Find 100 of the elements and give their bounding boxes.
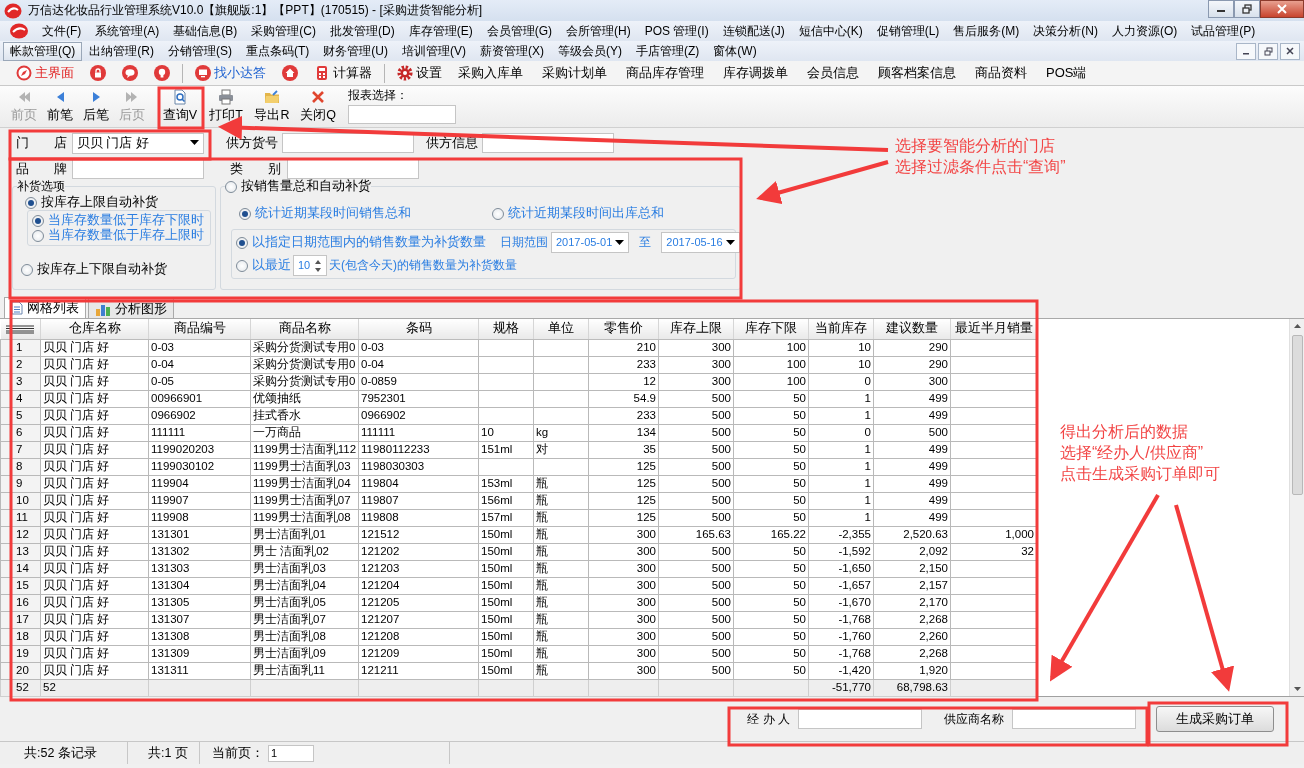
table-cell: 男士洁面乳01 (250, 526, 359, 543)
table-cell: 300 (588, 645, 659, 662)
toolbar-button[interactable]: 查询V (160, 86, 200, 123)
menu-item[interactable]: 决策分析(N) (1026, 21, 1106, 41)
menu-item[interactable]: 培训管理(V) (395, 41, 473, 61)
radio-button[interactable] (32, 229, 44, 242)
column-header[interactable]: 商品名称 (250, 319, 359, 339)
toolbar-button[interactable]: 计算器 (310, 65, 376, 81)
table-cell: 121203 (358, 560, 479, 577)
toolbar-button[interactable]: 顾客档案信息 (874, 65, 960, 81)
column-header[interactable]: 商品编号 (148, 319, 251, 339)
menu-item[interactable]: 批发管理(D) (323, 21, 402, 41)
menu-item[interactable]: 窗体(W) (706, 41, 764, 61)
date-select[interactable]: 2017-05-01 (551, 232, 630, 253)
menu-item[interactable]: 薪资管理(X) (473, 41, 551, 61)
status-text: 共:52 条记录 (24, 745, 97, 761)
scrollbar[interactable] (1289, 319, 1304, 696)
menu-item[interactable]: 人力资源(O) (1105, 21, 1185, 41)
menu-item[interactable]: 连锁配送(J) (715, 21, 792, 41)
menu-item[interactable]: 促销管理(L) (869, 21, 947, 41)
menu-item[interactable]: 会员管理(G) (479, 21, 559, 41)
menu-item[interactable]: 库存管理(E) (401, 21, 480, 41)
toolbar-button[interactable]: 前笔 (42, 86, 78, 123)
radio-button[interactable] (239, 207, 251, 220)
column-header[interactable]: 仓库名称 (40, 319, 149, 339)
close-button[interactable] (1260, 0, 1304, 18)
column-header[interactable]: 库存上限 (658, 319, 734, 339)
menu-item[interactable]: 短信中心(K) (791, 21, 870, 41)
menu-item[interactable]: 等级会员(Y) (551, 41, 629, 61)
toolbar-button[interactable]: 设置 (393, 65, 446, 81)
table-cell: 500 (658, 662, 734, 679)
table-cell: 50 (733, 458, 809, 475)
toolbar-button[interactable]: 会员信息 (803, 65, 863, 81)
column-header[interactable]: 单位 (533, 319, 589, 339)
supplier-code-field[interactable] (282, 133, 414, 153)
handler-field[interactable] (798, 709, 922, 729)
menu-item[interactable]: POS 管理(I) (637, 21, 716, 41)
option-label: 统计近期某段时间销售总和 (255, 206, 411, 221)
column-header[interactable]: 库存下限 (733, 319, 809, 339)
column-chooser-icon[interactable] (5, 323, 36, 334)
toolbar-button[interactable]: 库存调拨单 (719, 65, 792, 81)
page-field[interactable]: 1 (268, 744, 314, 762)
store-select[interactable]: 贝贝 门店 好 (72, 132, 204, 154)
column-header[interactable]: 建议数量 (873, 319, 951, 339)
radio-button[interactable] (236, 259, 248, 272)
menu-item[interactable]: 系统管理(A) (88, 21, 167, 41)
create-order-button[interactable]: 生成采购订单 (1156, 706, 1274, 732)
restore-button[interactable] (1258, 42, 1278, 60)
toolbar-button[interactable]: 商品资料 (971, 65, 1031, 81)
menu-item[interactable]: 售后服务(M) (946, 21, 1027, 41)
menu-item[interactable]: 基础信息(B) (166, 21, 245, 41)
toolbar-button[interactable]: 后笔 (78, 86, 114, 123)
radio-button[interactable] (492, 207, 504, 220)
menu-item[interactable]: 财务管理(U) (316, 41, 395, 61)
toolbar-button[interactable]: 主界面 (12, 65, 78, 81)
table-cell: 男士洁面乳09 (250, 645, 359, 662)
brand-field[interactable] (72, 159, 204, 179)
table-cell: 1199男士洁面乳08 (250, 509, 359, 526)
menu-item[interactable]: 会所管理(H) (559, 21, 638, 41)
column-header[interactable]: 规格 (478, 319, 534, 339)
menu-item[interactable]: 帐款管理(Q) (3, 41, 83, 61)
table-cell: 300 (588, 577, 659, 594)
date-select[interactable]: 2017-05-16 (661, 232, 740, 253)
radio-button[interactable] (25, 196, 37, 209)
radio-button[interactable] (236, 236, 248, 249)
toolbar-button[interactable]: 采购计划单 (538, 65, 611, 81)
table-cell: 2,092 (873, 543, 951, 560)
report-select-field[interactable] (348, 105, 456, 125)
toolbar-button[interactable]: POS端 (1042, 65, 1091, 81)
menu-item[interactable]: 采购管理(C) (244, 21, 323, 41)
menu-item[interactable]: 试品管理(P) (1184, 21, 1263, 41)
supplier-name-field[interactable] (1012, 709, 1136, 729)
table-cell: kg (533, 424, 589, 441)
category-field[interactable] (287, 159, 419, 179)
column-header[interactable]: 最近半月销量 (950, 319, 1037, 339)
table-cell: 111111 (358, 424, 479, 441)
menu-item[interactable]: 手店管理(Z) (629, 41, 707, 61)
close-button[interactable] (1280, 42, 1300, 60)
table-cell: 50 (733, 492, 809, 509)
column-header[interactable]: 条码 (358, 319, 479, 339)
table-cell: 1 (808, 407, 874, 424)
days-spinner[interactable]: 10 (293, 255, 327, 276)
radio-button[interactable] (225, 180, 237, 193)
restore-button[interactable] (1234, 0, 1260, 18)
table-cell: 0-04 (358, 356, 479, 373)
menu-item[interactable]: 分销管理(S) (161, 41, 239, 61)
toolbar-button[interactable]: 采购入库单 (454, 65, 527, 81)
menu-item[interactable]: 出纳管理(R) (82, 41, 161, 61)
column-header[interactable]: 当前库存 (808, 319, 874, 339)
toolbar-button[interactable]: 关闭Q (298, 86, 338, 123)
menu-item[interactable]: 文件(F) (35, 21, 89, 41)
toolbar-button[interactable]: 找小达答 (191, 65, 270, 81)
radio-button[interactable] (32, 214, 44, 227)
menu-item[interactable]: 重点条码(T) (239, 41, 317, 61)
toolbar-button[interactable]: 商品库存管理 (622, 65, 708, 81)
toolbar-button[interactable]: 导出R (252, 86, 292, 123)
radio-button[interactable] (21, 263, 33, 276)
table-cell: 150ml (478, 560, 534, 577)
column-header[interactable]: 零售价 (588, 319, 659, 339)
minimize-button[interactable] (1208, 0, 1234, 18)
